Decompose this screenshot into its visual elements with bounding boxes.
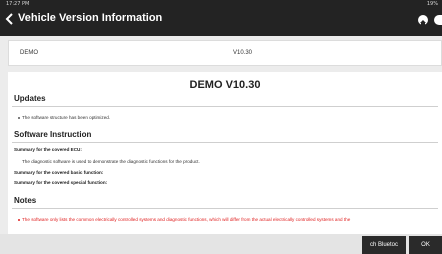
software-instruction-heading: Software Instruction (14, 130, 92, 139)
divider (12, 208, 438, 209)
bluetooth-button[interactable]: ch Bluetoc (362, 236, 406, 254)
version-row: DEMO V10.30 (8, 40, 442, 66)
basic-function-label: Summary for the covered basic function: (14, 170, 104, 175)
vehicle-version: V10.30 (233, 50, 253, 56)
document-title: DEMO V10.30 (189, 79, 261, 91)
content-area[interactable]: DEMO V10.30 DEMO V10.30 Updates The soft… (8, 40, 442, 234)
notes-item: The software only lists the common elect… (22, 217, 351, 222)
back-arrow-icon[interactable] (3, 12, 17, 26)
home-icon[interactable] (418, 15, 428, 26)
bullet-icon (18, 219, 20, 221)
notes-heading: Notes (14, 196, 37, 205)
bottom-bar: ch Bluetoc OK (0, 234, 442, 254)
more-icon[interactable] (434, 15, 442, 25)
updates-heading: Updates (14, 94, 46, 103)
version-document: DEMO V10.30 Updates The software structu… (8, 72, 442, 234)
bullet-icon (18, 117, 20, 119)
status-battery: 19% (426, 1, 438, 7)
ecu-summary-label: Summary for the covered ECU: (14, 147, 82, 152)
page-title: Vehicle Version Information (18, 12, 163, 24)
divider (12, 106, 438, 107)
status-time: 17:27 PM (6, 1, 30, 7)
special-function-label: Summary for the covered special function… (14, 180, 108, 185)
updates-item: The software structure has been optimize… (22, 115, 111, 120)
vehicle-name: DEMO (20, 50, 38, 56)
ecu-summary-text: The diagnostic software is used to demon… (22, 159, 200, 164)
divider (12, 142, 438, 143)
ok-button[interactable]: OK (409, 236, 442, 254)
top-bar: 17:27 PM 19% Vehicle Version Information (0, 0, 442, 36)
